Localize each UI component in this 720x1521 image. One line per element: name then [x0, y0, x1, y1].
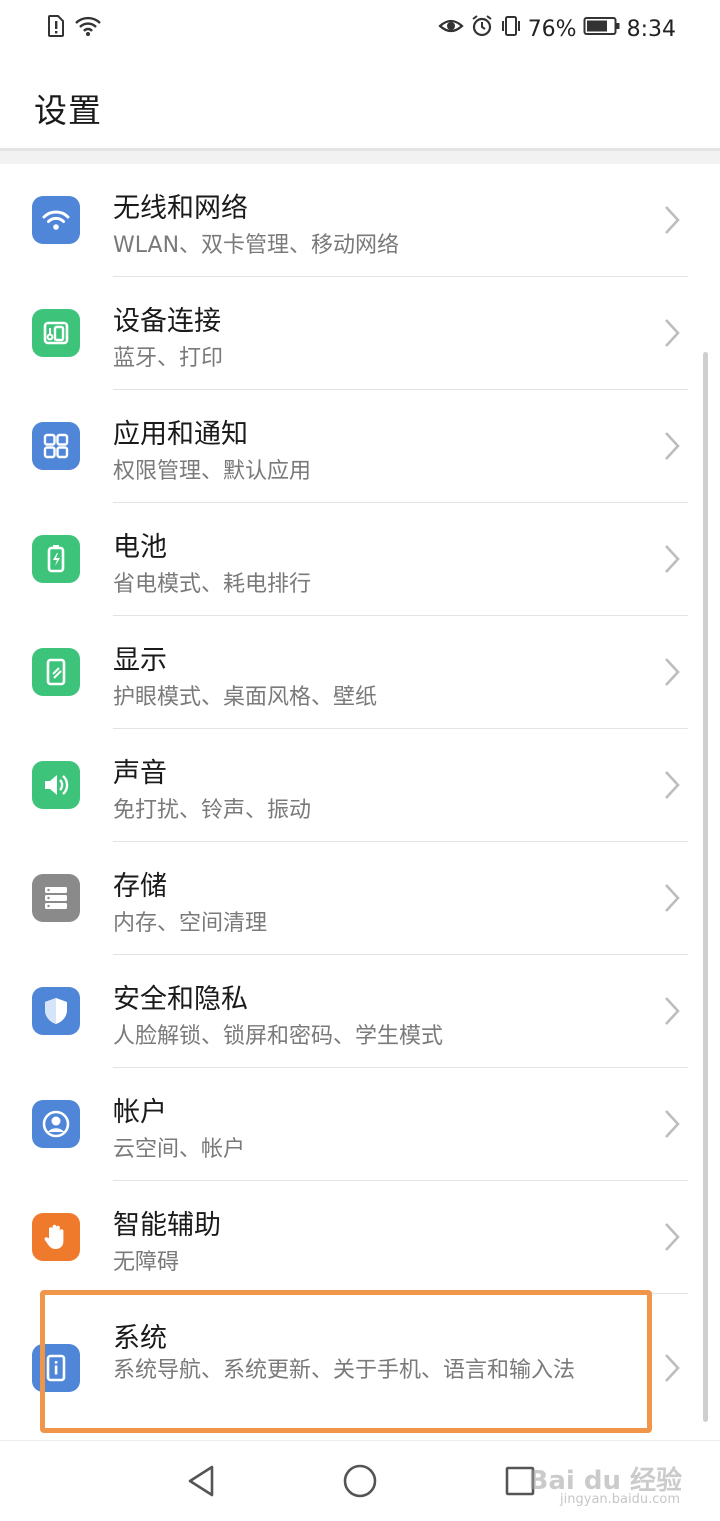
settings-item-title: 存储: [113, 871, 167, 902]
settings-item-display[interactable]: 显示 护眼模式、桌面风格、壁纸: [0, 616, 720, 729]
chevron-right-icon: [665, 997, 680, 1025]
hand-icon: [32, 1213, 80, 1261]
back-icon[interactable]: [182, 1461, 222, 1501]
header-divider: [0, 148, 720, 164]
chevron-right-icon: [665, 206, 680, 234]
battery-settings-icon: [32, 535, 80, 583]
home-icon[interactable]: [340, 1461, 380, 1501]
app-header: 设置: [0, 56, 720, 148]
settings-item-title: 无线和网络: [113, 193, 248, 224]
settings-item-subtitle: 系统导航、系统更新、关于手机、语言和输入法: [113, 1358, 576, 1383]
settings-item-sound[interactable]: 声音 免打扰、铃声、振动: [0, 729, 720, 842]
page-title: 设置: [34, 91, 102, 130]
settings-item-title: 安全和隐私: [113, 984, 248, 1015]
account-icon: [32, 1100, 80, 1148]
settings-item-title: 智能辅助: [113, 1210, 221, 1241]
settings-item-battery[interactable]: 电池 省电模式、耗电排行: [0, 503, 720, 616]
settings-item-security-privacy[interactable]: 安全和隐私 人脸解锁、锁屏和密码、学生模式: [0, 955, 720, 1068]
settings-item-subtitle: 内存、空间清理: [113, 911, 268, 936]
settings-item-subtitle: 免打扰、铃声、振动: [113, 798, 312, 823]
settings-item-title: 应用和通知: [113, 419, 248, 450]
settings-item-wireless-network[interactable]: 无线和网络 WLAN、双卡管理、移动网络: [0, 164, 720, 277]
shield-icon: [32, 987, 80, 1035]
wifi-status-icon: [74, 14, 102, 44]
settings-item-subtitle: 人脸解锁、锁屏和密码、学生模式: [113, 1024, 444, 1049]
chevron-right-icon: [665, 884, 680, 912]
watermark-url: jingyan.baidu.com: [560, 1492, 680, 1507]
settings-item-title: 帐户: [113, 1097, 167, 1128]
storage-icon: [32, 874, 80, 922]
settings-item-title: 声音: [113, 758, 167, 789]
chevron-right-icon: [665, 771, 680, 799]
settings-item-account[interactable]: 帐户 云空间、帐户: [0, 1068, 720, 1181]
settings-item-subtitle: 无障碍: [113, 1250, 180, 1275]
system-info-icon: [32, 1344, 80, 1392]
clock: 8:34: [626, 17, 676, 42]
wifi-icon: [32, 196, 80, 244]
chevron-right-icon: [665, 1223, 680, 1251]
alarm-icon: [470, 14, 494, 46]
settings-list: 无线和网络 WLAN、双卡管理、移动网络 设备连接 蓝牙、打印 应用和通知 权限…: [0, 164, 720, 1440]
chevron-right-icon: [665, 1354, 680, 1382]
chevron-right-icon: [665, 658, 680, 686]
settings-item-smart-assistance[interactable]: 智能辅助 无障碍: [0, 1181, 720, 1294]
vibrate-icon: [500, 14, 522, 46]
sim-alert-icon: [46, 14, 66, 44]
settings-item-subtitle: 权限管理、默认应用: [113, 459, 312, 484]
settings-item-subtitle: WLAN、双卡管理、移动网络: [113, 233, 400, 258]
settings-item-title: 系统: [113, 1323, 167, 1354]
settings-item-title: 显示: [113, 645, 167, 676]
settings-item-subtitle: 省电模式、耗电排行: [113, 572, 312, 597]
chevron-right-icon: [665, 1110, 680, 1138]
settings-item-title: 设备连接: [113, 306, 221, 337]
eye-comfort-icon: [438, 15, 464, 45]
settings-item-subtitle: 云空间、帐户: [113, 1137, 246, 1162]
battery-percent: 76%: [527, 17, 577, 42]
apps-grid-icon: [32, 422, 80, 470]
settings-item-storage[interactable]: 存储 内存、空间清理: [0, 842, 720, 955]
chevron-right-icon: [665, 319, 680, 347]
display-icon: [32, 648, 80, 696]
settings-item-device-connection[interactable]: 设备连接 蓝牙、打印: [0, 277, 720, 390]
status-bar: 76% 8:34: [0, 0, 720, 56]
speaker-icon: [32, 761, 80, 809]
chevron-right-icon: [665, 545, 680, 573]
settings-item-subtitle: 护眼模式、桌面风格、壁纸: [113, 685, 378, 710]
settings-item-title: 电池: [113, 532, 167, 563]
scrollbar[interactable]: [703, 352, 708, 1422]
settings-item-apps-notifications[interactable]: 应用和通知 权限管理、默认应用: [0, 390, 720, 503]
battery-icon: [583, 15, 621, 45]
settings-item-subtitle: 蓝牙、打印: [113, 346, 224, 371]
chevron-right-icon: [665, 432, 680, 460]
device-connect-icon: [32, 309, 80, 357]
settings-item-system[interactable]: 系统 系统导航、系统更新、关于手机、语言和输入法: [0, 1294, 720, 1440]
